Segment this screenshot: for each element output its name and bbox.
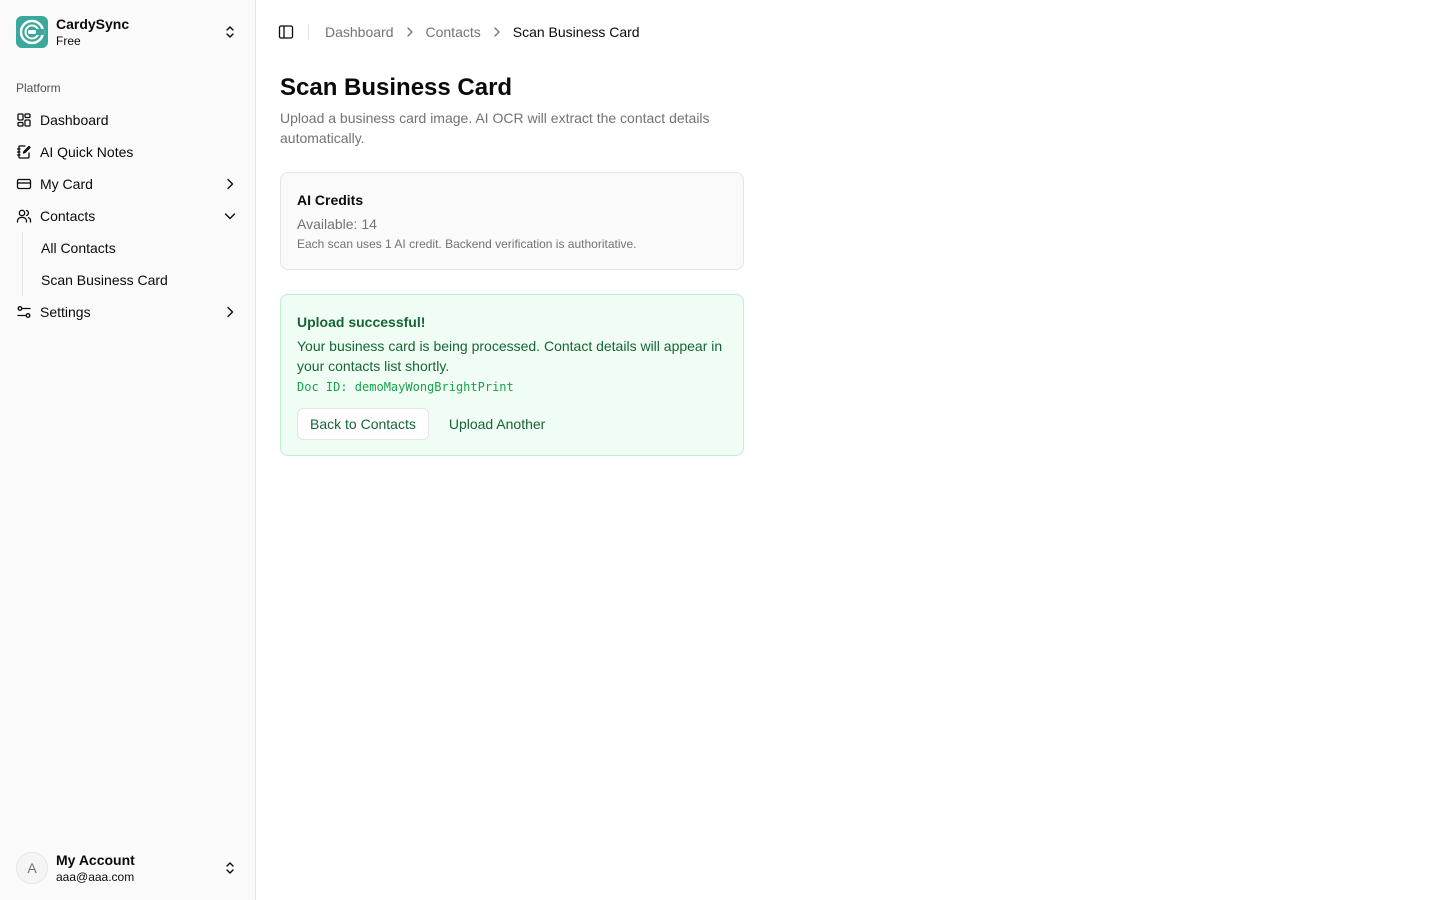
grid-icon [17,113,31,127]
sidebar-item-settings[interactable]: Settings [8,296,248,328]
cardysync-logo-icon [16,16,48,48]
ai-credits-card: AI Credits Available: 14 Each scan uses … [280,172,744,270]
panel-left-icon [278,25,294,39]
chevron-right-icon [227,178,234,190]
sidebar-item-dashboard[interactable]: Dashboard [8,104,248,136]
success-title: Upload successful! [297,314,426,330]
sidebar-subitem-scan-business-card[interactable]: Scan Business Card [33,266,240,294]
upload-another-button[interactable]: Upload Another [441,408,554,440]
user-email: aaa@aaa.com [56,869,135,884]
breadcrumb-contacts[interactable]: Contacts [426,24,481,40]
sidebar-item-ai-quick-notes[interactable]: AI Quick Notes [8,136,248,168]
chevron-right-icon [227,306,234,318]
page-title: Scan Business Card [280,74,513,101]
doc-id: Doc ID: demoMayWongBrightPrint [297,380,514,394]
team-plan: Free [56,33,81,48]
sidebar-item-label: Contacts [40,208,96,224]
sidebar-group-label: Platform [16,81,61,95]
sidebar-item-label: My Card [40,176,93,192]
chevron-right-icon [494,27,500,37]
chevron-right-icon [406,27,413,37]
breadcrumb-current: Scan Business Card [512,24,640,40]
team-switcher[interactable]: CardySync Free [8,8,248,56]
team-name: CardySync [56,15,130,32]
users-icon [16,209,32,223]
sidebar: CardySync Free Platform Dashboard AI Qui… [0,0,256,900]
submenu-divider [22,232,23,296]
chevron-down-icon [224,213,236,220]
user-account-menu[interactable]: A My Account aaa@aaa.com [8,844,248,892]
credit-card-icon [16,178,32,190]
sidebar-toggle-button[interactable] [272,18,300,46]
breadcrumb: Dashboard Contacts Scan Business Card [325,24,640,40]
sidebar-subitem-label: All Contacts [41,240,116,256]
top-bar: Dashboard Contacts Scan Business Card [256,0,1440,64]
success-message: Your business card is being processed. C… [297,338,723,374]
upload-success-alert: Upload successful! Your business card is… [280,294,744,456]
back-to-contacts-button[interactable]: Back to Contacts [297,408,429,440]
chevrons-up-down-icon [226,862,234,874]
avatar: A [16,852,48,884]
breadcrumb-dashboard[interactable]: Dashboard [325,24,394,40]
sidebar-subitem-label: Scan Business Card [41,272,168,288]
sidebar-item-label: AI Quick Notes [40,144,134,160]
notebook-pen-icon [16,145,31,159]
settings-sliders-icon [17,306,31,318]
sidebar-item-contacts[interactable]: Contacts [8,200,248,232]
credits-available: Available: 14 [297,216,377,232]
sidebar-item-my-card[interactable]: My Card [8,168,248,200]
credits-note: Each scan uses 1 AI credit. Backend veri… [297,237,637,251]
credits-title: AI Credits [297,192,364,208]
sidebar-subitem-all-contacts[interactable]: All Contacts [33,234,240,262]
user-name: My Account [56,851,135,868]
sidebar-item-label: Settings [40,304,91,320]
chevrons-up-down-icon [226,26,234,38]
page-description: Upload a business card image. AI OCR wil… [280,110,710,146]
divider [308,24,309,40]
sidebar-item-label: Dashboard [40,112,109,128]
